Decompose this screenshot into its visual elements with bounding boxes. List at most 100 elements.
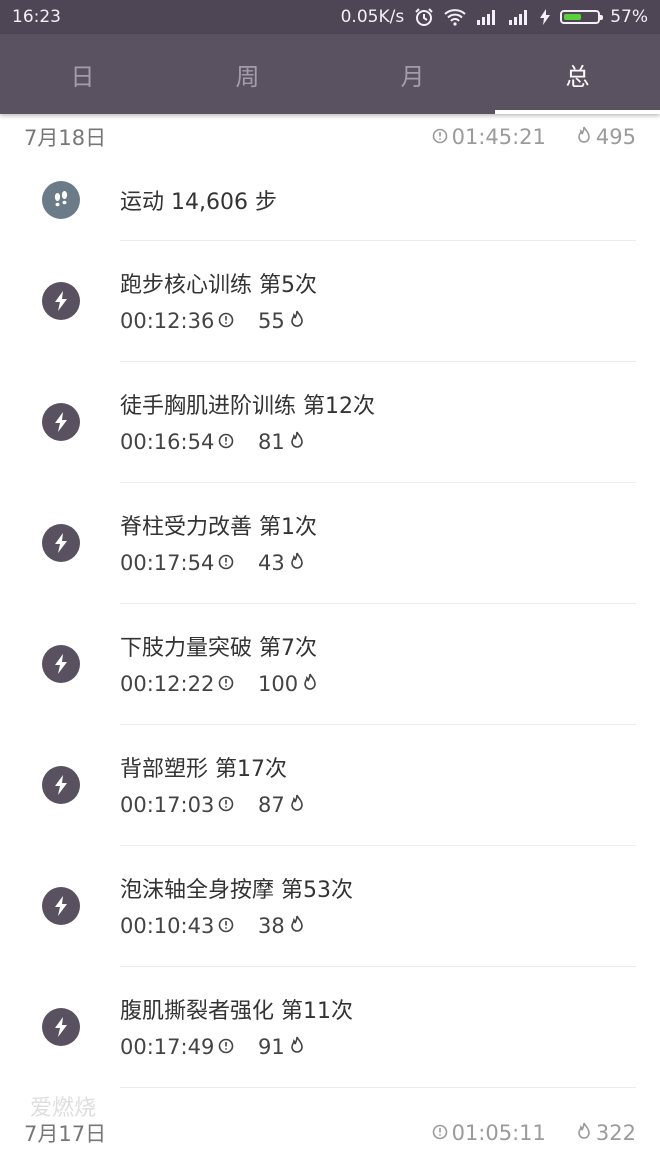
battery-percent: 57% (610, 7, 648, 27)
workout-calories: 91 (258, 1035, 305, 1059)
list-item[interactable]: 脊柱受力改善 第1次 00:17:54 43 (0, 482, 660, 604)
signal-icon (476, 9, 498, 25)
day-stats: 01:45:21 495 (432, 125, 636, 149)
workout-calories: 87 (258, 793, 305, 817)
tab-month[interactable]: 月 (330, 34, 495, 114)
status-time: 16:23 (12, 7, 61, 27)
workout-calories-value: 38 (258, 914, 285, 938)
lightning-icon (42, 1007, 80, 1046)
flame-icon (289, 551, 305, 575)
workout-icon-wrap (0, 523, 122, 562)
clock-icon (218, 309, 234, 333)
workout-duration: 00:12:22 (120, 672, 258, 696)
workout-duration: 00:17:03 (120, 793, 258, 817)
workout-content: 徒手胸肌进阶训练 第12次 00:16:54 81 (120, 361, 636, 483)
workout-duration-value: 00:17:54 (120, 551, 215, 575)
list-item[interactable]: 下肢力量突破 第7次 00:12:22 100 (0, 603, 660, 725)
day-date: 7月17日 (24, 1122, 107, 1146)
workout-calories-value: 43 (258, 551, 285, 575)
workout-title: 下肢力量突破 第7次 (120, 636, 317, 661)
wifi-icon (444, 8, 466, 26)
clock-icon (218, 551, 234, 575)
workout-duration: 00:17:49 (120, 1035, 258, 1059)
workout-duration-value: 00:12:36 (120, 309, 215, 333)
workout-icon-wrap (0, 402, 122, 441)
workout-title: 脊柱受力改善 第1次 (120, 515, 317, 540)
workout-content: 泡沫轴全身按摩 第53次 00:10:43 38 (120, 845, 636, 967)
workout-icon-wrap (0, 765, 122, 804)
day-calories: 495 (576, 125, 636, 149)
charging-icon (540, 9, 551, 25)
workout-icon-wrap (0, 281, 122, 320)
battery-fill (564, 14, 581, 20)
workout-calories: 100 (258, 672, 318, 696)
workout-meta: 00:17:03 87 (120, 793, 636, 817)
workout-calories-value: 87 (258, 793, 285, 817)
list-item[interactable]: 背部塑形 第17次 00:17:03 87 (0, 724, 660, 846)
lightning-icon (42, 281, 80, 320)
period-tabs: 日 周 月 总 (0, 34, 660, 114)
workout-list: 跑步核心训练 第5次 00:12:36 55 徒手胸肌进阶训练 第12次 00:… (0, 240, 660, 1088)
flame-icon (289, 1035, 305, 1059)
workout-calories: 43 (258, 551, 305, 575)
flame-icon (289, 793, 305, 817)
clock-icon (218, 793, 234, 817)
list-item[interactable]: 跑步核心训练 第5次 00:12:36 55 (0, 240, 660, 362)
workout-icon-wrap (0, 1007, 122, 1046)
workout-icon-wrap (0, 644, 122, 683)
footprints-icon (42, 181, 80, 219)
workout-duration-value: 00:16:54 (120, 430, 215, 454)
tab-total-label: 总 (565, 62, 590, 91)
flame-icon (289, 914, 305, 938)
flame-icon (302, 672, 318, 696)
workout-meta: 00:16:54 81 (120, 430, 636, 454)
tab-week[interactable]: 周 (165, 34, 330, 114)
lightning-icon (42, 523, 80, 562)
day-duration-value: 01:05:11 (451, 1121, 546, 1145)
tab-day-label: 日 (70, 62, 95, 91)
flame-icon (289, 430, 305, 454)
lightning-icon (42, 886, 80, 925)
workout-meta: 00:12:22 100 (120, 672, 636, 696)
workout-meta: 00:10:43 38 (120, 914, 636, 938)
workout-duration: 00:16:54 (120, 430, 258, 454)
workout-icon-wrap (0, 886, 122, 925)
workout-calories: 38 (258, 914, 305, 938)
list-item[interactable]: 徒手胸肌进阶训练 第12次 00:16:54 81 (0, 361, 660, 483)
list-item[interactable]: 泡沫轴全身按摩 第53次 00:10:43 38 (0, 845, 660, 967)
day-stats: 01:05:11 322 (432, 1121, 636, 1145)
workout-content: 下肢力量突破 第7次 00:12:22 100 (120, 603, 636, 725)
steps-label: 运动 14,606 步 (120, 189, 277, 215)
steps-content: 运动 14,606 步 (120, 160, 636, 241)
workout-meta: 00:17:54 43 (120, 551, 636, 575)
clock-icon (432, 1121, 448, 1145)
workout-calories: 55 (258, 309, 305, 333)
clock-icon (218, 672, 234, 696)
workout-meta: 00:12:36 55 (120, 309, 636, 333)
day-duration: 01:45:21 (432, 125, 546, 149)
tab-week-label: 周 (235, 62, 260, 91)
day-calories: 322 (576, 1121, 636, 1145)
workout-content: 跑步核心训练 第5次 00:12:36 55 (120, 240, 636, 362)
tab-total[interactable]: 总 (495, 34, 660, 114)
workout-title: 跑步核心训练 第5次 (120, 273, 317, 298)
clock-icon (432, 125, 448, 149)
day-calories-value: 322 (595, 1121, 636, 1145)
workout-calories-value: 91 (258, 1035, 285, 1059)
workout-meta: 00:17:49 91 (120, 1035, 636, 1059)
workout-content: 脊柱受力改善 第1次 00:17:54 43 (120, 482, 636, 604)
list-item[interactable]: 腹肌撕裂者强化 第11次 00:17:49 91 (0, 966, 660, 1088)
workout-duration: 00:12:36 (120, 309, 258, 333)
alarm-icon (414, 7, 434, 27)
workout-title: 背部塑形 第17次 (120, 757, 287, 782)
workout-content: 背部塑形 第17次 00:17:03 87 (120, 724, 636, 846)
signal-icon (508, 9, 530, 25)
clock-icon (218, 430, 234, 454)
day-duration: 01:05:11 (432, 1121, 546, 1145)
tab-day[interactable]: 日 (0, 34, 165, 114)
workout-title: 徒手胸肌进阶训练 第12次 (120, 394, 375, 419)
list-item-steps[interactable]: 运动 14,606 步 (0, 160, 660, 241)
workout-calories-value: 55 (258, 309, 285, 333)
workout-content: 腹肌撕裂者强化 第11次 00:17:49 91 (120, 966, 636, 1088)
workout-duration-value: 00:17:03 (120, 793, 215, 817)
